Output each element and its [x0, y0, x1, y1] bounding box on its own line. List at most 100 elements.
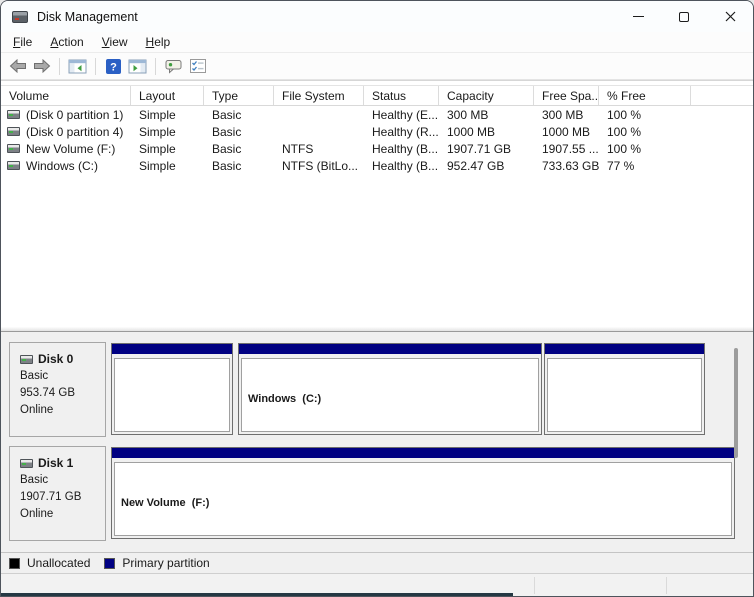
volume-icon: [7, 161, 20, 170]
menu-view[interactable]: View: [93, 33, 137, 51]
partition-block[interactable]: 1000 MB Healthy (Recovery Partition: [544, 343, 705, 435]
toolbar-separator: [155, 58, 156, 75]
volume-capacity: 952.47 GB: [439, 159, 534, 173]
volume-status: Healthy (B...: [364, 142, 439, 156]
volume-layout: Simple: [131, 108, 204, 122]
partition-title: New Volume (F:): [121, 496, 725, 512]
partition-title: [121, 392, 223, 408]
close-button[interactable]: [707, 1, 753, 32]
partition-block[interactable]: Windows (C:) 952.47 GB NTFS (BitLocker E…: [238, 343, 542, 435]
window-title: Disk Management: [37, 10, 138, 24]
menu-help[interactable]: Help: [137, 33, 180, 51]
disk-status: Online: [20, 506, 105, 523]
column-header-file-system[interactable]: File System: [274, 86, 364, 105]
volume-layout: Simple: [131, 125, 204, 139]
column-header-capacity[interactable]: Capacity: [439, 86, 534, 105]
volume-layout: Simple: [131, 159, 204, 173]
legend-label: Primary partition: [122, 556, 209, 570]
popup-help-button[interactable]: [162, 55, 185, 77]
volume-icon: [7, 144, 20, 153]
volume-free-space: 1907.55 ...: [534, 142, 599, 156]
disk-status: Online: [20, 402, 105, 419]
volume-status: Healthy (R...: [364, 125, 439, 139]
column-header-filler: [691, 86, 753, 105]
minimize-button[interactable]: [615, 1, 661, 32]
volume-name: (Disk 0 partition 4): [26, 125, 123, 139]
volume-row[interactable]: (Disk 0 partition 1) Simple Basic Health…: [1, 106, 753, 123]
menu-bar: File Action View Help: [1, 32, 753, 53]
menu-file[interactable]: File: [4, 33, 41, 51]
show-action-pane-button[interactable]: [126, 55, 149, 77]
disk-size: 953.74 GB: [20, 385, 105, 402]
title-bar: Disk Management: [1, 1, 753, 32]
status-bar-separator: [666, 577, 667, 594]
back-icon: [9, 59, 27, 73]
disk-band-1: Disk 1 Basic 1907.71 GB Online New Volum…: [1, 446, 753, 542]
column-header-volume[interactable]: Volume: [1, 86, 131, 105]
legend-primary-partition: Primary partition: [104, 556, 209, 570]
window-controls: [615, 1, 753, 32]
primary-partition-bar: [112, 344, 232, 354]
volume-row[interactable]: (Disk 0 partition 4) Simple Basic Health…: [1, 123, 753, 140]
column-header-status[interactable]: Status: [364, 86, 439, 105]
volume-capacity: 300 MB: [439, 108, 534, 122]
partition-block[interactable]: New Volume (F:) 1907.71 GB NTFS Healthy …: [111, 447, 735, 539]
properties-button[interactable]: [186, 55, 209, 77]
maximize-button[interactable]: [661, 1, 707, 32]
volume-capacity: 1000 MB: [439, 125, 534, 139]
volume-type: Basic: [204, 142, 274, 156]
column-header-pct-free[interactable]: % Free: [599, 86, 691, 105]
disk-info[interactable]: Disk 0 Basic 953.74 GB Online: [9, 342, 106, 437]
menu-action[interactable]: Action: [41, 33, 92, 51]
column-header-type[interactable]: Type: [204, 86, 274, 105]
legend-unallocated: Unallocated: [9, 556, 90, 570]
volume-status: Healthy (B...: [364, 159, 439, 173]
partition-block[interactable]: 300 MB Healthy (EFI System P: [111, 343, 233, 435]
volume-file-system: NTFS: [274, 142, 364, 156]
primary-partition-bar: [239, 344, 541, 354]
volume-pct-free: 100 %: [599, 125, 691, 139]
legend-label: Unallocated: [27, 556, 90, 570]
disk-management-app-icon: [12, 11, 28, 23]
disk-icon: [20, 459, 33, 468]
volume-name: (Disk 0 partition 1): [26, 108, 123, 122]
help-icon: ?: [106, 59, 121, 74]
volume-name: Windows (C:): [26, 159, 98, 173]
disk-icon: [20, 355, 33, 364]
volume-file-system: NTFS (BitLo...: [274, 159, 364, 173]
disk-graphical-pane: Disk 0 Basic 953.74 GB Online 300 MB Hea…: [1, 332, 753, 552]
volume-type: Basic: [204, 159, 274, 173]
column-header-layout[interactable]: Layout: [131, 86, 204, 105]
unallocated-swatch: [9, 558, 20, 569]
back-button[interactable]: [6, 55, 29, 77]
volume-icon: [7, 110, 20, 119]
disk-kind: Basic: [20, 472, 105, 489]
volume-type: Basic: [204, 125, 274, 139]
disk-management-window: Disk Management File Action View Help: [0, 0, 754, 597]
disk-name: Disk 0: [38, 351, 73, 368]
show-console-tree-button[interactable]: [66, 55, 89, 77]
volume-pct-free: 100 %: [599, 142, 691, 156]
volume-free-space: 733.63 GB: [534, 159, 599, 173]
volume-pct-free: 77 %: [599, 159, 691, 173]
volume-type: Basic: [204, 108, 274, 122]
help-button[interactable]: ?: [102, 55, 125, 77]
volume-free-space: 300 MB: [534, 108, 599, 122]
disk-size: 1907.71 GB: [20, 489, 105, 506]
window-bottom-edge: [1, 593, 513, 596]
legend-bar: Unallocated Primary partition: [1, 552, 753, 573]
status-bar-separator: [534, 577, 535, 594]
svg-text:?: ?: [110, 61, 117, 73]
minimize-icon: [633, 16, 644, 17]
forward-button[interactable]: [30, 55, 53, 77]
vertical-scrollbar-thumb[interactable]: [734, 348, 738, 458]
column-header-free-space[interactable]: Free Spa...: [534, 86, 599, 105]
volume-row[interactable]: Windows (C:) Simple Basic NTFS (BitLo...…: [1, 157, 753, 174]
disk-info[interactable]: Disk 1 Basic 1907.71 GB Online: [9, 446, 106, 541]
partition-title: Windows (C:): [248, 392, 532, 408]
primary-partition-bar: [545, 344, 704, 354]
volume-row[interactable]: New Volume (F:) Simple Basic NTFS Health…: [1, 140, 753, 157]
volume-list-header: Volume Layout Type File System Status Ca…: [1, 85, 753, 106]
volume-pct-free: 100 %: [599, 108, 691, 122]
volume-list: Volume Layout Type File System Status Ca…: [1, 80, 753, 327]
